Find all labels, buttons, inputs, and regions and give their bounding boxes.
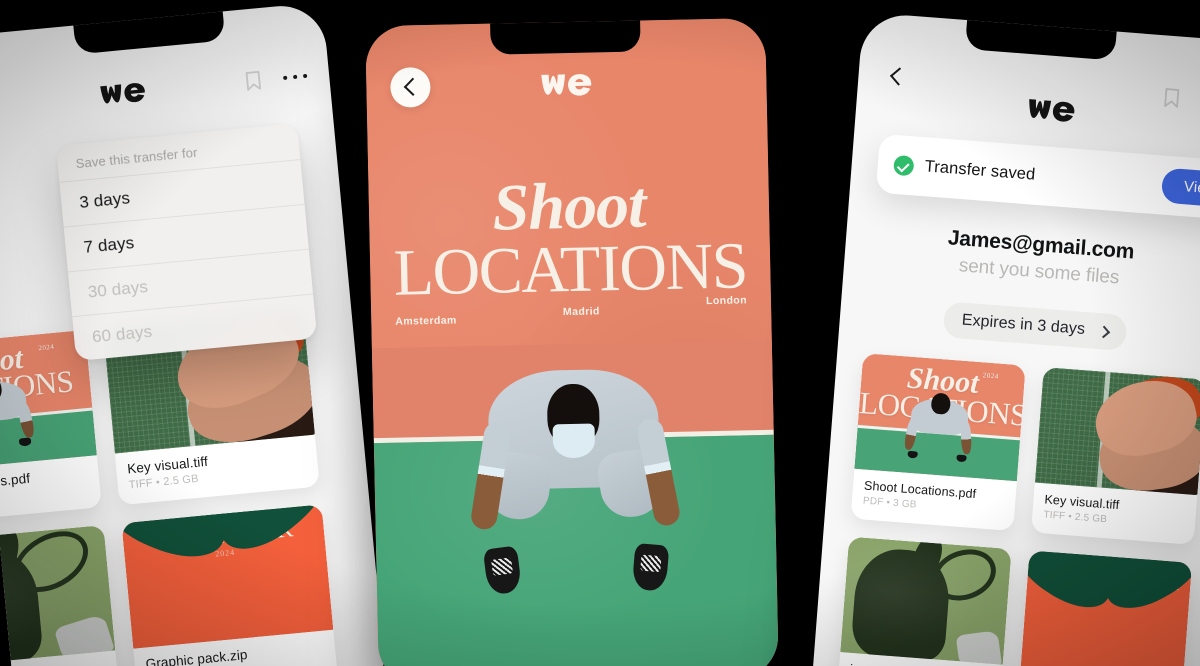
we-logo xyxy=(1,71,244,116)
file-meta: Shoot Locations.pdf PDF • 3 GB xyxy=(0,455,102,526)
poster-year: 2024 xyxy=(982,371,1000,381)
view-button[interactable]: View xyxy=(1160,167,1200,209)
chevron-left-icon[interactable] xyxy=(884,65,908,89)
file-card[interactable]: GraphicPACK 2024 Graphic pack.zip xyxy=(1016,550,1193,666)
phone-center: Shoot LOCATIONS Amsterdam Madrid London xyxy=(365,17,779,666)
flower-petals xyxy=(1020,550,1193,666)
file-card[interactable]: Key visual.tiff TIFF • 2.5 GB xyxy=(1030,366,1200,545)
center-topbar xyxy=(366,60,767,108)
bookmark-icon[interactable] xyxy=(242,69,264,93)
expires-label: Expires in 3 days xyxy=(961,311,1086,338)
we-logo xyxy=(430,69,702,100)
graphic-pack-artwork: GraphicPACK 2024 xyxy=(1020,550,1193,666)
file-card[interactable]: image_00003.jpg JPG • 1 MB xyxy=(836,536,1012,666)
chevron-left-icon[interactable] xyxy=(390,66,431,108)
file-thumbnail: GraphicPACK 2024 xyxy=(1020,550,1193,666)
chevron-right-icon xyxy=(1097,325,1110,338)
file-subtitle: PDF • 3 GB xyxy=(0,483,90,512)
city-madrid: Madrid xyxy=(562,305,600,319)
file-card[interactable]: GraphicPACK 2024 Graphic pack.zip xyxy=(121,504,339,666)
more-horizontal-icon[interactable] xyxy=(282,65,308,89)
tennis-shadow-artwork xyxy=(840,536,1012,665)
phone-right: Transfer saved View James@gmail.com sent… xyxy=(809,12,1200,666)
file-thumbnail xyxy=(840,536,1012,665)
file-title: image_00003.jpg xyxy=(0,660,107,666)
file-thumbnail: Shoot LOCATIONS 2024 xyxy=(854,353,1026,482)
poster-headline: Shoot LOCATIONS xyxy=(368,168,770,309)
mockup-stage: Shoot LOCATIONS 2024 Shoot Locations xyxy=(0,0,1200,666)
file-card[interactable]: Shoot LOCATIONS 2024 Shoot Locations xyxy=(850,353,1026,532)
left-topbar xyxy=(0,54,331,129)
city-london: London xyxy=(705,294,748,308)
file-title: image_00003.jpg xyxy=(849,662,991,666)
poster-year: 2024 xyxy=(38,342,55,353)
expires-pill[interactable]: Expires in 3 days xyxy=(942,301,1128,352)
city-amsterdam: Amsterdam xyxy=(395,314,457,328)
notch-left xyxy=(73,10,226,55)
graphic-pack-artwork: GraphicPACK 2024 xyxy=(121,504,334,649)
check-circle-icon xyxy=(893,154,915,176)
file-card[interactable]: image_00003.jpg JPG • 1 MB xyxy=(0,524,121,666)
tennis-shadow-artwork xyxy=(0,524,116,666)
save-transfer-dropdown[interactable]: Save this transfer for 3 days 7 days 30 … xyxy=(56,123,318,362)
seated-man-figure xyxy=(903,390,973,463)
key-visual-artwork xyxy=(1034,366,1200,496)
transfer-saved-toast: Transfer saved View xyxy=(875,133,1200,222)
file-thumbnail: GraphicPACK 2024 xyxy=(121,504,334,649)
center-photo xyxy=(371,339,779,666)
notch-center xyxy=(490,19,641,55)
left-file-grid: Shoot LOCATIONS 2024 Shoot Locations xyxy=(0,309,339,666)
flower-petals xyxy=(121,504,334,648)
seated-man-figure xyxy=(467,360,682,596)
file-thumbnail xyxy=(0,524,116,666)
shoot-locations-artwork: Shoot LOCATIONS 2024 xyxy=(854,353,1026,482)
bookmark-icon[interactable] xyxy=(1161,86,1183,109)
toast-message: Transfer saved xyxy=(924,157,1036,184)
file-thumbnail xyxy=(1034,366,1200,496)
notch-right xyxy=(965,19,1118,61)
sender-info: James@gmail.com sent you some files xyxy=(844,218,1200,298)
right-file-grid: Shoot LOCATIONS 2024 Shoot Locations xyxy=(836,353,1200,666)
